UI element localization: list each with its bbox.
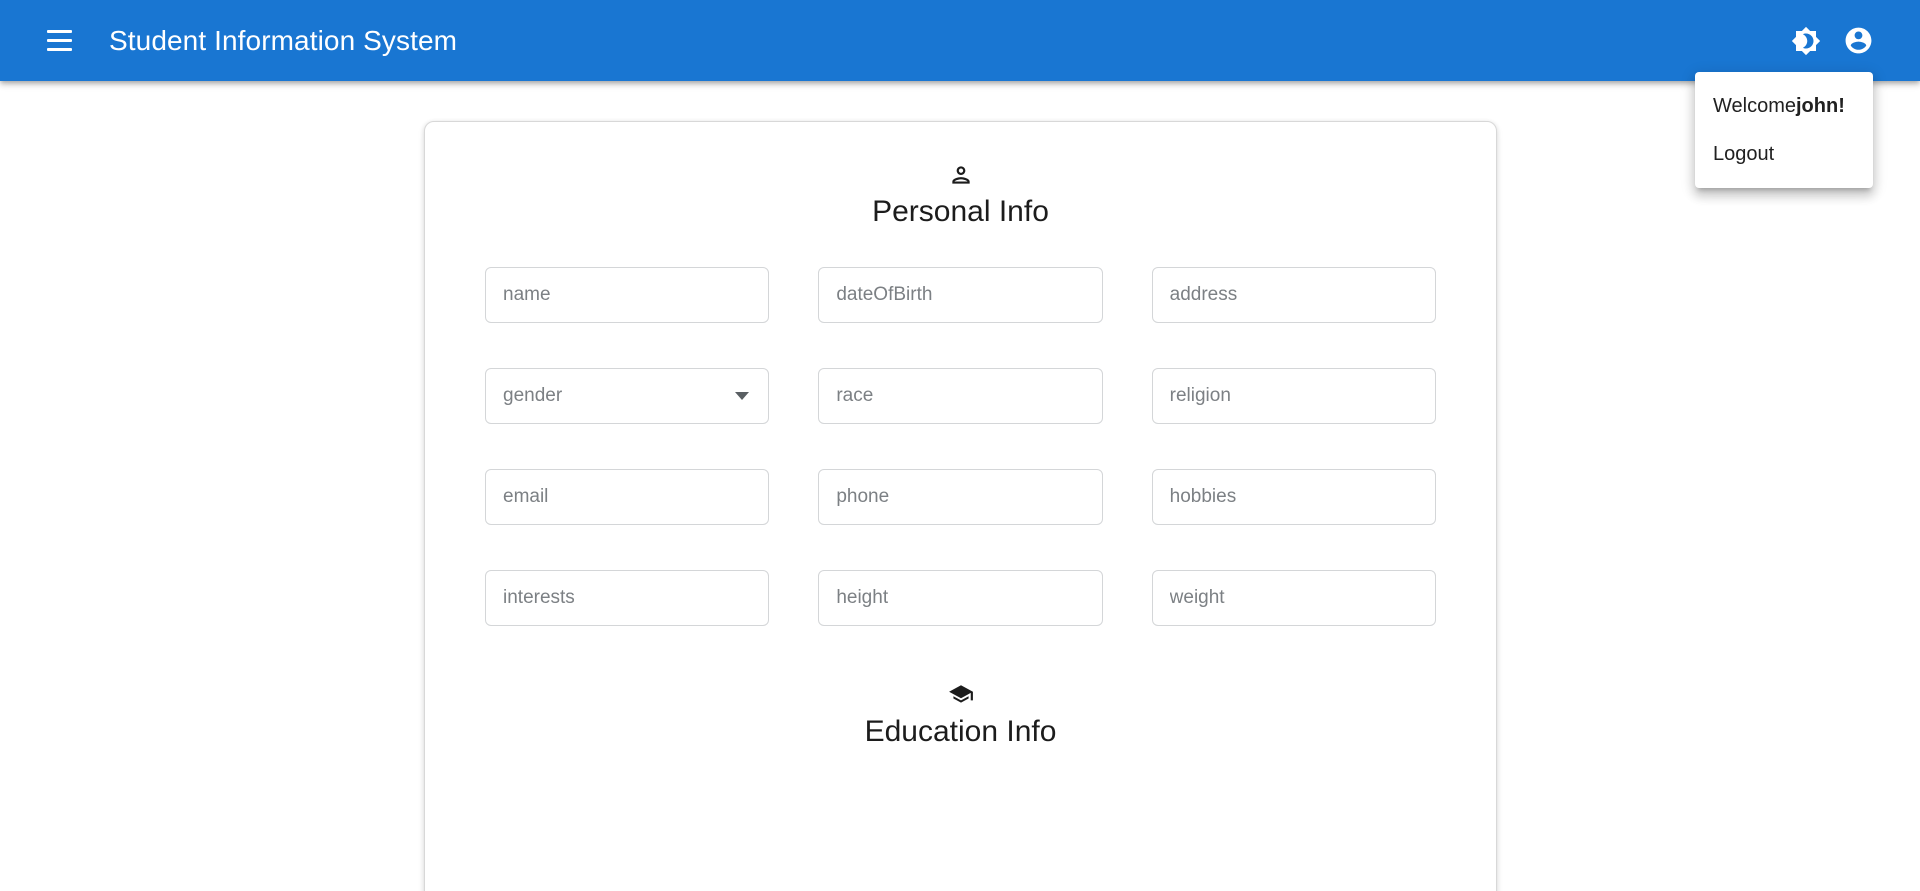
field-gender: gender [485, 367, 770, 424]
email-input[interactable] [485, 468, 770, 525]
hamburger-menu-icon[interactable] [34, 16, 84, 66]
religion-input[interactable] [1151, 367, 1436, 424]
account-circle-glyph [1845, 27, 1871, 54]
address-input[interactable] [1151, 266, 1436, 323]
welcome-username: john! [1796, 94, 1845, 117]
person-glyph [951, 166, 970, 184]
welcome-prefix: Welcome [1713, 94, 1796, 117]
field-hobbies [1151, 468, 1436, 525]
person-icon [485, 162, 1436, 188]
logout-label: Logout [1713, 142, 1775, 165]
menu-bar-3 [46, 48, 72, 51]
field-weight [1151, 569, 1436, 626]
student-form-card: Personal Info gender [424, 121, 1497, 891]
graduation-cap-glyph [948, 684, 973, 703]
education-info-header: Education Info [485, 682, 1436, 753]
hobbies-input[interactable] [1151, 468, 1436, 525]
phone-input[interactable] [818, 468, 1103, 525]
field-address [1151, 266, 1436, 323]
field-phone [818, 468, 1103, 525]
app-toolbar: Student Information System [0, 0, 1920, 81]
account-circle-icon[interactable] [1832, 15, 1884, 67]
menu-bar-2 [46, 39, 72, 42]
page-title: Personal Info [872, 195, 1049, 228]
field-height [818, 569, 1103, 626]
user-dropdown-menu: Welcome john! Logout [1695, 72, 1873, 188]
menu-item-logout[interactable]: Logout [1695, 130, 1873, 178]
field-name [485, 266, 770, 323]
race-input[interactable] [818, 367, 1103, 424]
height-input[interactable] [818, 569, 1103, 626]
personal-info-form: gender [485, 266, 1436, 626]
field-dateOfBirth [818, 266, 1103, 323]
field-religion [1151, 367, 1436, 424]
field-email [485, 468, 770, 525]
menu-item-welcome[interactable]: Welcome john! [1695, 82, 1873, 130]
menu-bar-1 [46, 30, 72, 33]
page-content: Personal Info gender [0, 81, 1920, 891]
personal-info-header: Personal Info [485, 162, 1436, 233]
chevron-down-icon [735, 391, 750, 400]
name-input[interactable] [485, 266, 770, 323]
weight-input[interactable] [1151, 569, 1436, 626]
brightness-toggle-icon[interactable] [1780, 15, 1832, 67]
graduation-cap-icon [485, 682, 1436, 708]
app-title: Student Information System [109, 24, 458, 56]
gender-select[interactable]: gender [485, 367, 770, 424]
gender-select-value: gender [503, 384, 563, 406]
brightness-4-glyph [1791, 26, 1821, 55]
interests-input[interactable] [485, 569, 770, 626]
field-interests [485, 569, 770, 626]
field-race [818, 367, 1103, 424]
dateofbirth-input[interactable] [818, 266, 1103, 323]
education-info-title: Education Info [864, 714, 1057, 748]
